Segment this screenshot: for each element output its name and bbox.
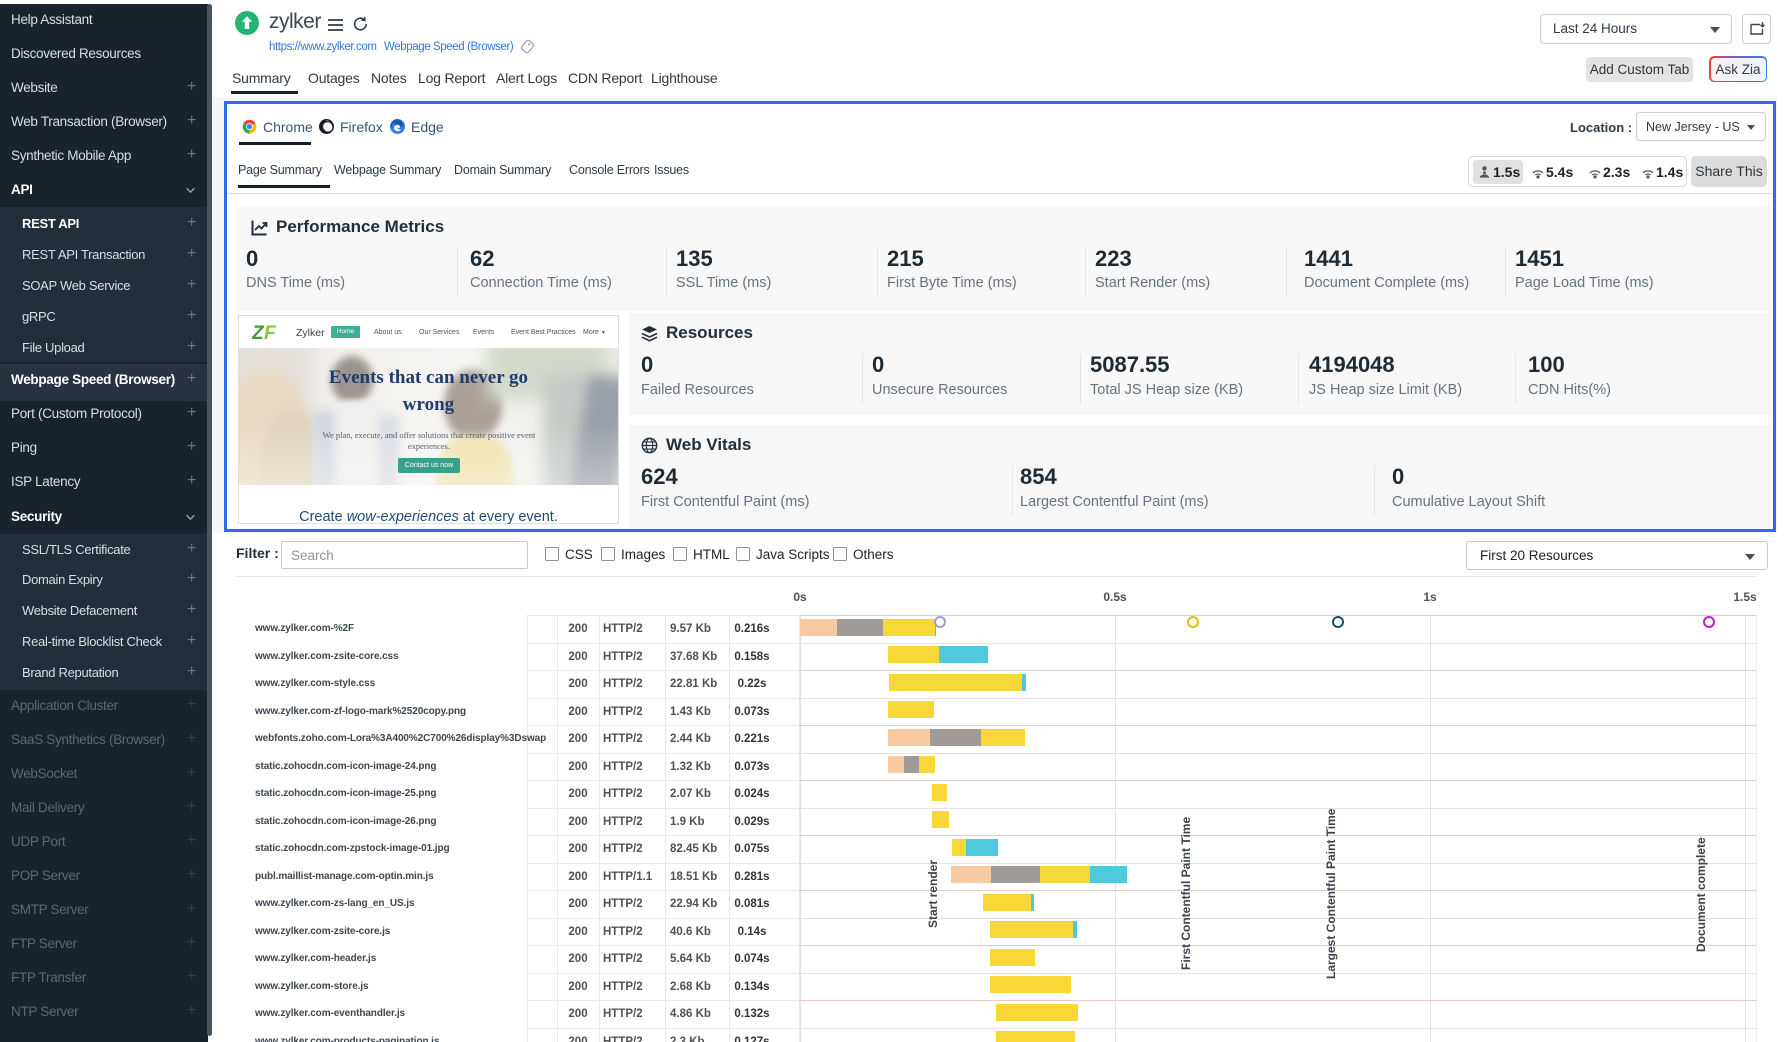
svg-text:F: F	[264, 323, 277, 342]
